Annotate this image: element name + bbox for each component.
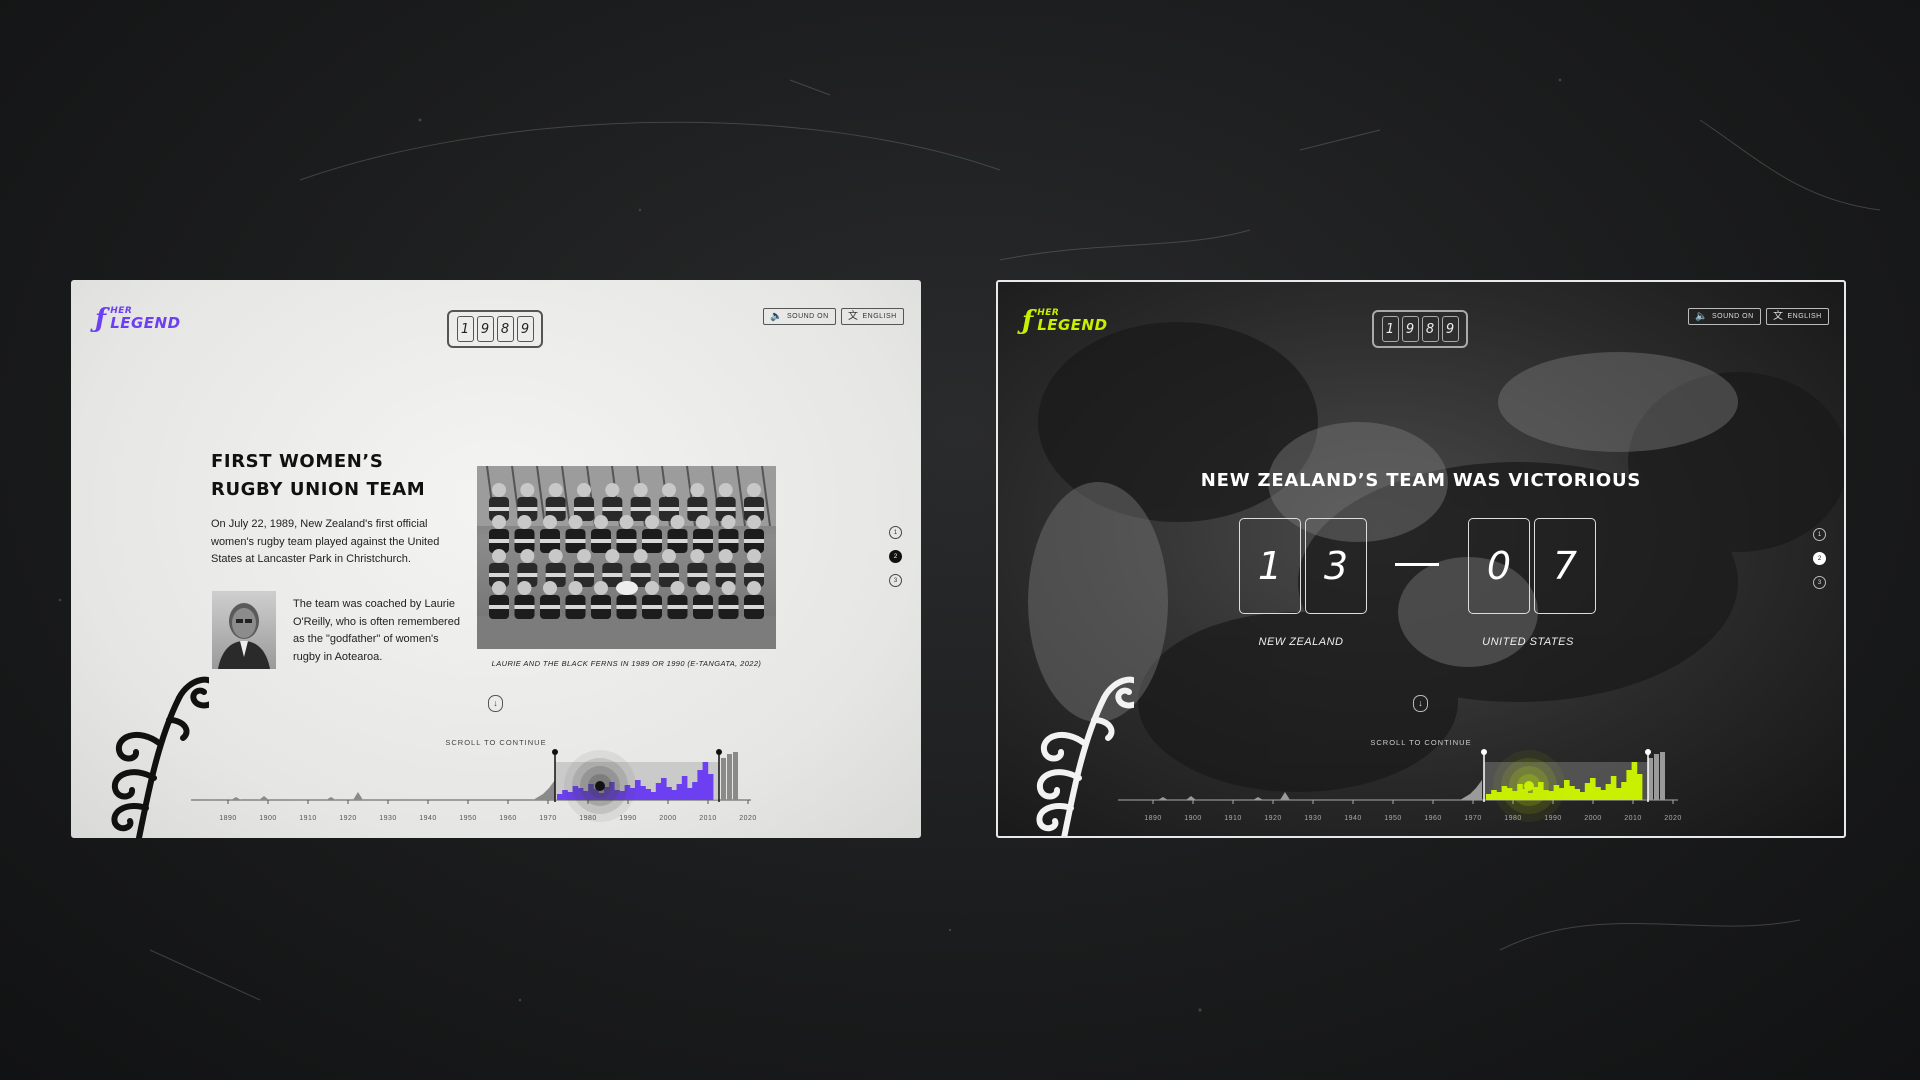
timeline-tick-label: 1930 xyxy=(1304,815,1322,822)
year-digit: 1 xyxy=(456,316,474,342)
sound-toggle-button[interactable]: 🔈 SOUND ON xyxy=(763,308,836,325)
score-digit: 3 xyxy=(1305,518,1367,614)
timeline-current-marker[interactable] xyxy=(564,750,636,822)
speaker-icon: 🔈 xyxy=(1695,310,1708,322)
pager-dot-1[interactable]: 1 xyxy=(1813,528,1826,541)
timeline-tick-label: 1970 xyxy=(539,815,557,822)
timeline-tick-label: 2020 xyxy=(1664,815,1682,822)
timeline-range-handle[interactable] xyxy=(1645,749,1651,755)
timeline-tick-label: 1910 xyxy=(299,815,317,822)
score-away: 0 7 xyxy=(1468,518,1596,614)
language-label: ENGLISH xyxy=(862,313,897,320)
timeline-tick-label: 1950 xyxy=(1384,815,1402,822)
timeline-range-handle[interactable] xyxy=(1481,749,1487,755)
team-photo xyxy=(477,466,776,649)
section-pager: 1 2 3 xyxy=(1813,528,1829,600)
victory-headline: NEW ZEALAND’S TEAM WAS VICTORIOUS xyxy=(1200,470,1642,491)
logo-word-legend: LEGEND xyxy=(1037,316,1108,334)
year-digit: 8 xyxy=(496,316,514,342)
timeline-tick-label: 1960 xyxy=(1424,815,1442,822)
scroll-down-icon[interactable]: ↓ xyxy=(488,695,503,712)
year-counter: 1 9 8 9 xyxy=(447,310,543,348)
timeline-tick-label: 1920 xyxy=(339,815,357,822)
timeline-tick-label: 1890 xyxy=(219,815,237,822)
score-digit: 7 xyxy=(1534,518,1596,614)
year-digit: 1 xyxy=(1381,316,1399,342)
timeline-tick-label: 1920 xyxy=(1264,815,1282,822)
score-digit: 0 xyxy=(1468,518,1530,614)
timeline-tick-label: 1990 xyxy=(619,815,637,822)
year-counter: 1 9 8 9 xyxy=(1372,310,1468,348)
her-legend-logo[interactable]: ƒ HER LEGEND xyxy=(95,306,181,332)
year-digit: 9 xyxy=(476,316,494,342)
section-pager: 1 2 3 xyxy=(889,526,905,598)
year-digit: 9 xyxy=(516,316,534,342)
dark-theme-screen: ƒ HER LEGEND 1 9 8 9 🔈 SOUND ON 文 ENGLIS… xyxy=(996,280,1846,838)
timeline-range-handle[interactable] xyxy=(552,749,558,755)
timeline-tick-label: 1970 xyxy=(1464,815,1482,822)
sound-label: SOUND ON xyxy=(786,313,829,320)
timeline-tick-label: 1950 xyxy=(459,815,477,822)
timeline-tick-label: 1910 xyxy=(1224,815,1242,822)
team-name-away: UNITED STATES xyxy=(1482,636,1574,648)
pager-dot-1[interactable]: 1 xyxy=(889,526,902,539)
timeline-tick-label: 1900 xyxy=(1184,815,1202,822)
timeline-tick-label: 1940 xyxy=(1344,815,1362,822)
timeline-tick-label: 1940 xyxy=(419,815,437,822)
photo-caption: LAURIE AND THE BLACK FERNS IN 1989 OR 19… xyxy=(491,659,762,668)
timeline-tick-label: 2000 xyxy=(659,815,677,822)
pager-dot-3[interactable]: 3 xyxy=(889,574,902,587)
year-digit: 9 xyxy=(1401,316,1419,342)
timeline-tick-label: 2010 xyxy=(699,815,717,822)
logo-word-legend: LEGEND xyxy=(110,314,181,332)
timeline-tick-label: 2000 xyxy=(1584,815,1602,822)
logo-mark-icon: ƒ xyxy=(95,304,107,334)
pager-dot-2[interactable]: 2 xyxy=(1813,552,1826,565)
timeline-tick-label: 1890 xyxy=(1144,815,1162,822)
logo-mark-icon: ƒ xyxy=(1022,306,1034,336)
sound-label: SOUND ON xyxy=(1711,313,1754,320)
score-home: 1 3 xyxy=(1239,518,1367,614)
timeline-tick-label: 2020 xyxy=(739,815,757,822)
sound-toggle-button[interactable]: 🔈 SOUND ON xyxy=(1688,308,1761,325)
year-digit: 9 xyxy=(1441,316,1459,342)
pager-dot-3[interactable]: 3 xyxy=(1813,576,1826,589)
team-name-home: NEW ZEALAND xyxy=(1258,636,1344,648)
timeline-current-marker[interactable] xyxy=(1493,750,1565,822)
timeline-range-handle[interactable] xyxy=(716,749,722,755)
her-legend-logo[interactable]: ƒ HER LEGEND xyxy=(1022,308,1108,334)
scroll-down-icon[interactable]: ↓ xyxy=(1413,695,1428,712)
timeline-tick-label: 2010 xyxy=(1624,815,1642,822)
language-button[interactable]: 文 ENGLISH xyxy=(841,308,904,325)
timeline-chart[interactable]: 1890 1900 1910 1920 1930 1940 1950 1960 1970 1980… xyxy=(71,720,921,838)
coach-paragraph: The team was coached by Laurie O'Reilly,… xyxy=(293,598,460,663)
timeline-tick-label: 1930 xyxy=(379,815,397,822)
year-digit: 8 xyxy=(1421,316,1439,342)
timeline-tick-label: 1900 xyxy=(259,815,277,822)
language-label: ENGLISH xyxy=(1787,313,1822,320)
intro-paragraph: On July 22, 1989, New Zealand's first of… xyxy=(211,518,440,565)
score-separator xyxy=(1395,563,1439,566)
translate-icon: 文 xyxy=(1773,310,1784,322)
score-digit: 1 xyxy=(1239,518,1301,614)
timeline-tick-label: 1960 xyxy=(499,815,517,822)
pager-dot-2[interactable]: 2 xyxy=(889,550,902,563)
light-theme-screen: ƒ HER LEGEND 1 9 8 9 🔈 SOUND ON 文 ENGLIS… xyxy=(71,280,921,838)
section-title: FIRST WOMEN’S RUGBY UNION TEAM xyxy=(211,451,426,500)
coach-portrait xyxy=(212,591,276,669)
language-button[interactable]: 文 ENGLISH xyxy=(1766,308,1829,325)
translate-icon: 文 xyxy=(848,310,859,322)
timeline-chart[interactable]: 1890 1900 1910 1920 1930 1940 1950 1960 1970 1980… xyxy=(998,720,1844,838)
speaker-icon: 🔈 xyxy=(770,310,783,322)
